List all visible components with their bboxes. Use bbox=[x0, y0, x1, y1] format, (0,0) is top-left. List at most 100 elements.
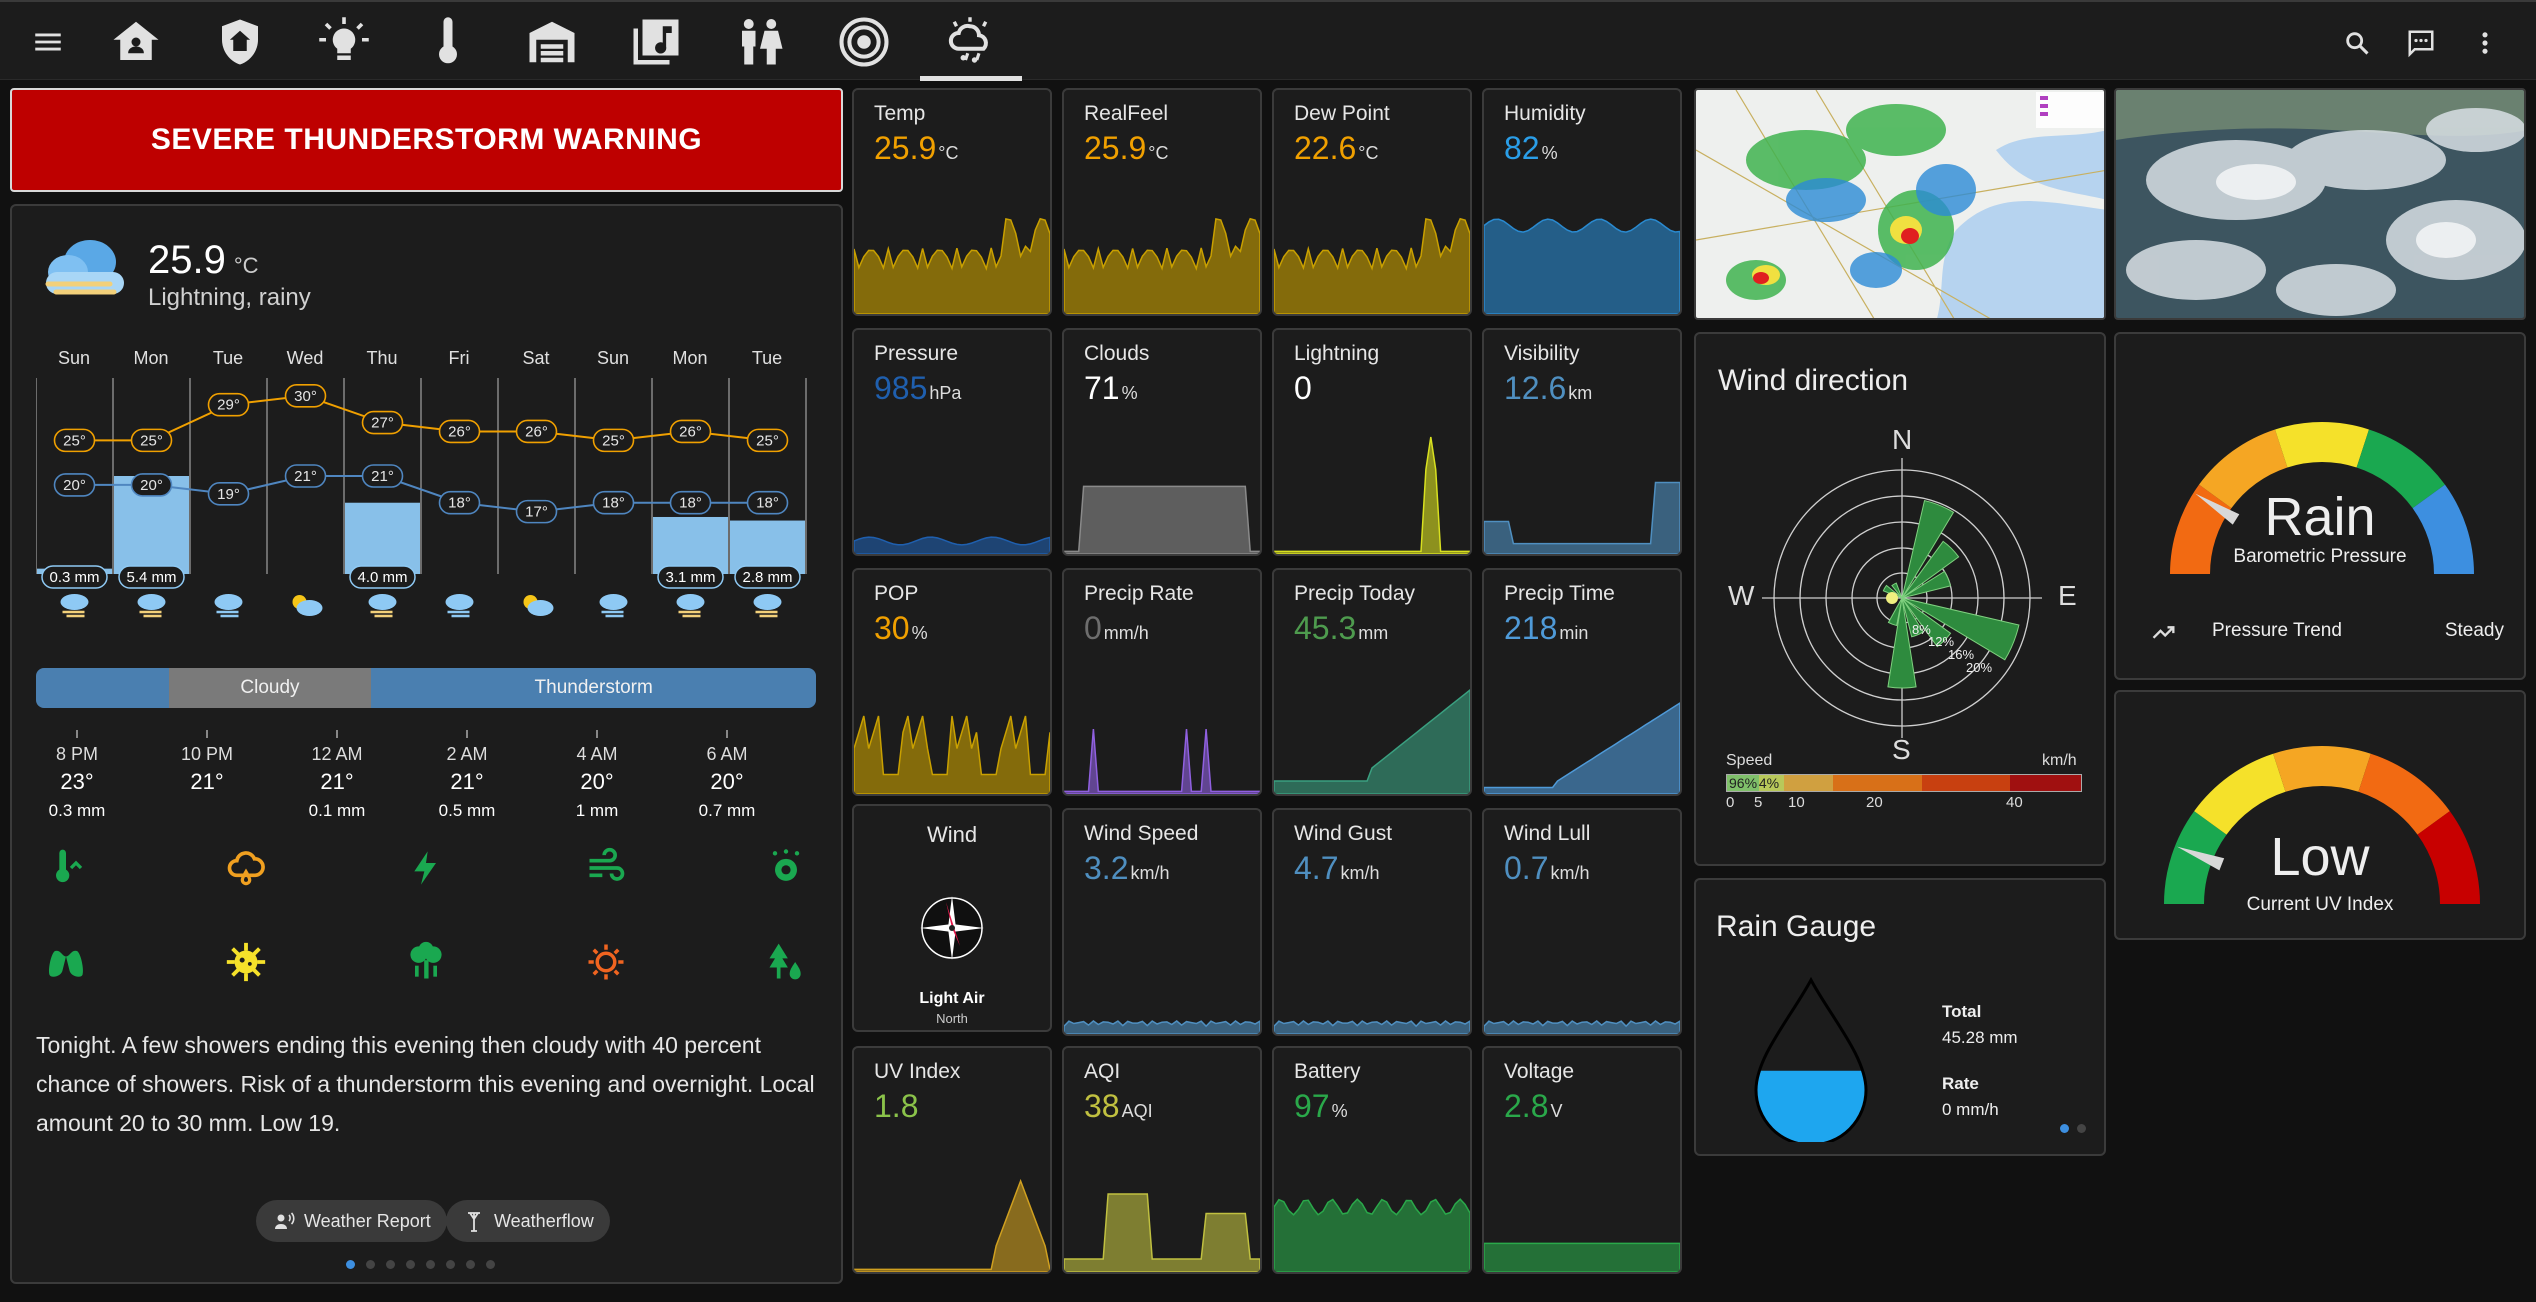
chip-label: Weather Report bbox=[304, 1210, 431, 1231]
menu-icon[interactable] bbox=[18, 12, 78, 72]
thermometer-rising-icon[interactable] bbox=[36, 838, 96, 898]
speed-tick: 10 bbox=[1788, 794, 1805, 811]
sensor-card-precip-today[interactable]: Precip Today 45.3 mm bbox=[1272, 568, 1472, 796]
sensor-card-aqi[interactable]: AQI 38 AQI bbox=[1062, 1046, 1262, 1274]
security-shield-icon[interactable] bbox=[210, 12, 270, 72]
sensor-name: Dew Point bbox=[1294, 102, 1390, 125]
forecast-days: Sun Mon Tue Wed Thu Fri Sat Sun Mon Tue bbox=[36, 348, 826, 378]
attribute-icons-row-2 bbox=[36, 932, 816, 992]
pagination-dots[interactable] bbox=[346, 1260, 495, 1269]
sensor-name: AQI bbox=[1084, 1060, 1121, 1083]
tree-pollen-icon[interactable] bbox=[396, 932, 456, 992]
svg-text:2.8 mm: 2.8 mm bbox=[742, 569, 792, 586]
fire-danger-icon[interactable] bbox=[756, 932, 816, 992]
wind-compass-card[interactable]: Wind Light Air North bbox=[852, 804, 1052, 1032]
pressure-gauge-label: Barometric Pressure bbox=[2233, 546, 2407, 567]
sensor-card-clouds[interactable]: Clouds 71% bbox=[1062, 328, 1262, 556]
cloud-rain-icon bbox=[368, 594, 397, 618]
garage-icon[interactable] bbox=[522, 12, 582, 72]
sun-cloud-icon bbox=[523, 595, 554, 616]
music-library-icon[interactable] bbox=[626, 12, 686, 72]
pollen-icon[interactable] bbox=[756, 838, 816, 898]
lightning-rainy-icon bbox=[38, 232, 130, 312]
sensor-history-graph bbox=[1064, 728, 1260, 794]
sensor-card-precip-time[interactable]: Precip Time 218 min bbox=[1482, 568, 1682, 796]
hour-forecast: 12 AM 21° 0.1 mm bbox=[272, 730, 402, 821]
sensor-card-wind-speed[interactable]: Wind Speed 3.2 km/h bbox=[1062, 808, 1262, 1036]
uv-gauge-card[interactable]: Low Current UV Index bbox=[2114, 690, 2526, 940]
lightbulb-icon[interactable] bbox=[314, 12, 374, 72]
chat-icon[interactable] bbox=[2398, 20, 2444, 66]
wind-icon[interactable] bbox=[576, 838, 636, 898]
sensor-card-lightning[interactable]: Lightning 0 bbox=[1272, 328, 1472, 556]
cloud-rain-icon bbox=[753, 594, 782, 618]
sensor-history-graph bbox=[1064, 1193, 1260, 1272]
severe-weather-warning[interactable]: SEVERE THUNDERSTORM WARNING bbox=[10, 88, 843, 192]
sensor-value: 4.7 km/h bbox=[1294, 850, 1380, 886]
forecast-highs-point: 30° bbox=[284, 384, 327, 408]
sensor-value: 25.9 °C bbox=[874, 130, 959, 166]
pressure-gauge-card[interactable]: Rain Barometric Pressure Pressure Trend … bbox=[2114, 332, 2526, 680]
sun-uv-icon[interactable] bbox=[576, 932, 636, 992]
sensor-value: 71% bbox=[1084, 370, 1138, 406]
precip-label: 2.8 mm bbox=[734, 565, 801, 589]
svg-text:26°: 26° bbox=[448, 423, 471, 440]
virus-icon[interactable] bbox=[216, 932, 276, 992]
sensor-history-graph bbox=[1274, 689, 1470, 794]
condition-timeline-bar: Cloudy Thunderstorm bbox=[36, 668, 816, 708]
hour-precip: 0.7 mm bbox=[698, 801, 756, 820]
sensor-value: 12.6 km bbox=[1504, 370, 1593, 406]
sensor-value: 82% bbox=[1504, 130, 1558, 166]
sensor-value: 30% bbox=[874, 610, 928, 646]
home-icon[interactable] bbox=[106, 12, 166, 72]
sensor-history-graph bbox=[1274, 1198, 1470, 1272]
svg-text:17°: 17° bbox=[525, 504, 548, 521]
sensor-card-temp[interactable]: Temp 25.9 °C bbox=[852, 88, 1052, 316]
sensor-card-wind-lull[interactable]: Wind Lull 0.7 km/h bbox=[1482, 808, 1682, 1036]
svg-text:25°: 25° bbox=[756, 432, 779, 449]
sensor-card-realfeel[interactable]: RealFeel 25.9 °C bbox=[1062, 88, 1262, 316]
sensor-card-humidity[interactable]: Humidity 82% bbox=[1482, 88, 1682, 316]
hour-temp: 20° bbox=[580, 769, 614, 794]
forecast-lows-point: 21° bbox=[361, 464, 404, 488]
current-temperature: 25.9 °C bbox=[148, 238, 259, 282]
wind-direction-card[interactable]: Wind direction N E S W 8% 12% 16% 20% Speed… bbox=[1694, 332, 2106, 866]
lightning-bolt-icon[interactable] bbox=[396, 838, 456, 898]
sensor-card-battery[interactable]: Battery 97% bbox=[1272, 1046, 1472, 1274]
people-icon[interactable] bbox=[730, 12, 790, 72]
radar-map[interactable] bbox=[1694, 88, 2106, 320]
sensor-card-uv-index[interactable]: UV Index 1.8 bbox=[852, 1046, 1052, 1274]
rain-cloud-icon[interactable] bbox=[216, 838, 276, 898]
precip-label: 4.0 mm bbox=[349, 565, 416, 589]
hour-time: 10 PM bbox=[180, 744, 234, 764]
rain-gauge-pagination[interactable] bbox=[2060, 1124, 2086, 1133]
svg-text:25°: 25° bbox=[140, 432, 163, 449]
weather-icon[interactable] bbox=[940, 12, 1000, 72]
sensor-card-pressure[interactable]: Pressure 985 hPa bbox=[852, 328, 1052, 556]
speaker-icon[interactable] bbox=[834, 12, 894, 72]
sensor-card-wind-gust[interactable]: Wind Gust 4.7 km/h bbox=[1272, 808, 1472, 1036]
sensor-card-dew-point[interactable]: Dew Point 22.6 °C bbox=[1272, 88, 1472, 316]
speed-legend-bar: 96% 4% bbox=[1726, 774, 2082, 792]
sensor-value: 25.9 °C bbox=[1084, 130, 1169, 166]
satellite-image-picture bbox=[2116, 90, 2524, 318]
svg-text:27°: 27° bbox=[371, 415, 394, 432]
weatherflow-chip[interactable]: Weatherflow bbox=[446, 1200, 610, 1242]
sensor-card-visibility[interactable]: Visibility 12.6 km bbox=[1482, 328, 1682, 556]
sensor-card-precip-rate[interactable]: Precip Rate 0 mm/h bbox=[1062, 568, 1262, 796]
wind-card-title: Wind bbox=[926, 822, 978, 847]
satellite-image[interactable] bbox=[2114, 88, 2526, 320]
cloud-rain-icon bbox=[676, 594, 705, 618]
more-vert-icon[interactable] bbox=[2462, 20, 2508, 66]
search-icon[interactable] bbox=[2334, 20, 2380, 66]
thermometer-icon[interactable] bbox=[418, 12, 478, 72]
lungs-icon[interactable] bbox=[36, 932, 96, 992]
forecast-card: 25.9 °C Lightning, rainy Sun Mon Tue Wed Thu F… bbox=[10, 204, 843, 1284]
sensor-name: RealFeel bbox=[1084, 102, 1169, 125]
sensor-card-pop[interactable]: POP 30% bbox=[852, 568, 1052, 796]
weather-report-chip[interactable]: Weather Report bbox=[256, 1200, 447, 1242]
sensor-history-graph bbox=[1064, 1020, 1260, 1034]
rain-gauge-card[interactable]: Rain Gauge Total 45.28 mm Rate 0 mm/h bbox=[1694, 878, 2106, 1156]
hourly-forecast: 8 PM 23° 0.3 mm 10 PM 21° 12 AM 21° 0.1 mm 2 AM 2… bbox=[36, 730, 816, 820]
sensor-card-voltage[interactable]: Voltage 2.8 V bbox=[1482, 1046, 1682, 1274]
